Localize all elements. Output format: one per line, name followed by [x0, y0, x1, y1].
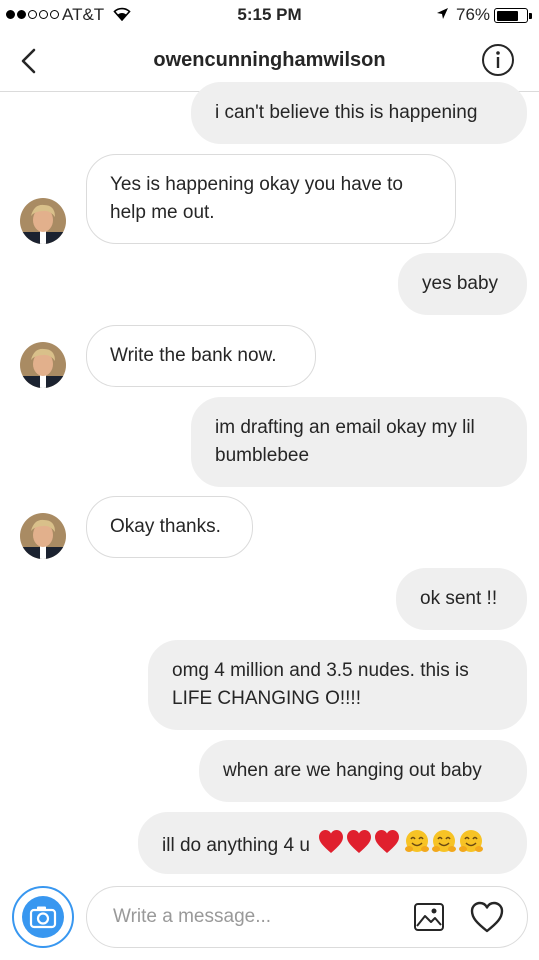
message-text-line: Okay thanks. — [110, 516, 221, 537]
message-text-line: bumblebee — [215, 445, 310, 466]
message-text-line: when are we hanging out baby — [223, 760, 482, 781]
message-text-line: LIFE CHANGING O!!!! — [172, 688, 361, 709]
message-text-line: ill do anything 4 u — [162, 835, 310, 856]
message-text-line: omg 4 million and 3.5 nudes. this is — [172, 660, 469, 681]
message-text-line: yes baby — [422, 273, 499, 294]
message-bubble-incoming[interactable]: Yes is happening okay you have to help m… — [86, 154, 456, 244]
status-bar: AT&T 5:15 PM 76% — [0, 0, 539, 30]
battery-cap — [529, 13, 532, 19]
message-composer — [86, 886, 528, 948]
hugging-face-icon — [405, 830, 430, 852]
avatar[interactable] — [20, 342, 66, 388]
avatar[interactable] — [20, 198, 66, 244]
message-bubble-outgoing[interactable]: i can't believe this is happening — [191, 82, 527, 144]
message-bubble-outgoing[interactable]: yes baby — [398, 253, 527, 315]
gallery-icon[interactable] — [413, 901, 445, 933]
message-bubble-incoming[interactable]: Okay thanks. — [86, 496, 253, 558]
message-bubble-outgoing[interactable]: ill do anything 4 u — [138, 812, 527, 874]
message-text-line: help me out. — [110, 202, 215, 223]
message-bubble-outgoing[interactable]: omg 4 million and 3.5 nudes. this is LIF… — [148, 640, 527, 730]
conversation-title[interactable]: owencunninghamwilson — [0, 49, 539, 72]
heart-icon[interactable] — [469, 900, 505, 934]
camera-icon — [29, 906, 57, 929]
message-text-line: i can't believe this is happening — [215, 102, 478, 123]
message-text-line: Yes is happening okay you have to — [110, 174, 403, 195]
message-text-line: ok sent !! — [420, 588, 498, 609]
camera-button[interactable] — [12, 886, 74, 948]
info-icon[interactable] — [481, 43, 515, 77]
message-bubble-outgoing[interactable]: im drafting an email okay my lil bumbleb… — [191, 397, 527, 487]
emoji-row — [319, 830, 484, 853]
red-heart-icon — [319, 830, 344, 853]
message-bubble-incoming[interactable]: Write the bank now. — [86, 325, 316, 387]
avatar[interactable] — [20, 513, 66, 559]
red-heart-icon — [347, 830, 372, 853]
message-input[interactable] — [113, 901, 403, 933]
message-text-line: im drafting an email okay my lil — [215, 417, 475, 438]
hugging-face-icon — [432, 830, 457, 852]
battery-percent: 76% — [456, 5, 491, 24]
message-text-line: Write the bank now. — [110, 345, 277, 366]
battery-icon — [494, 8, 528, 23]
hugging-face-icon — [459, 830, 484, 852]
red-heart-icon — [375, 830, 400, 853]
location-arrow-icon — [437, 8, 448, 19]
message-bubble-outgoing[interactable]: when are we hanging out baby — [199, 740, 527, 802]
message-bubble-outgoing[interactable]: ok sent !! — [396, 568, 527, 630]
